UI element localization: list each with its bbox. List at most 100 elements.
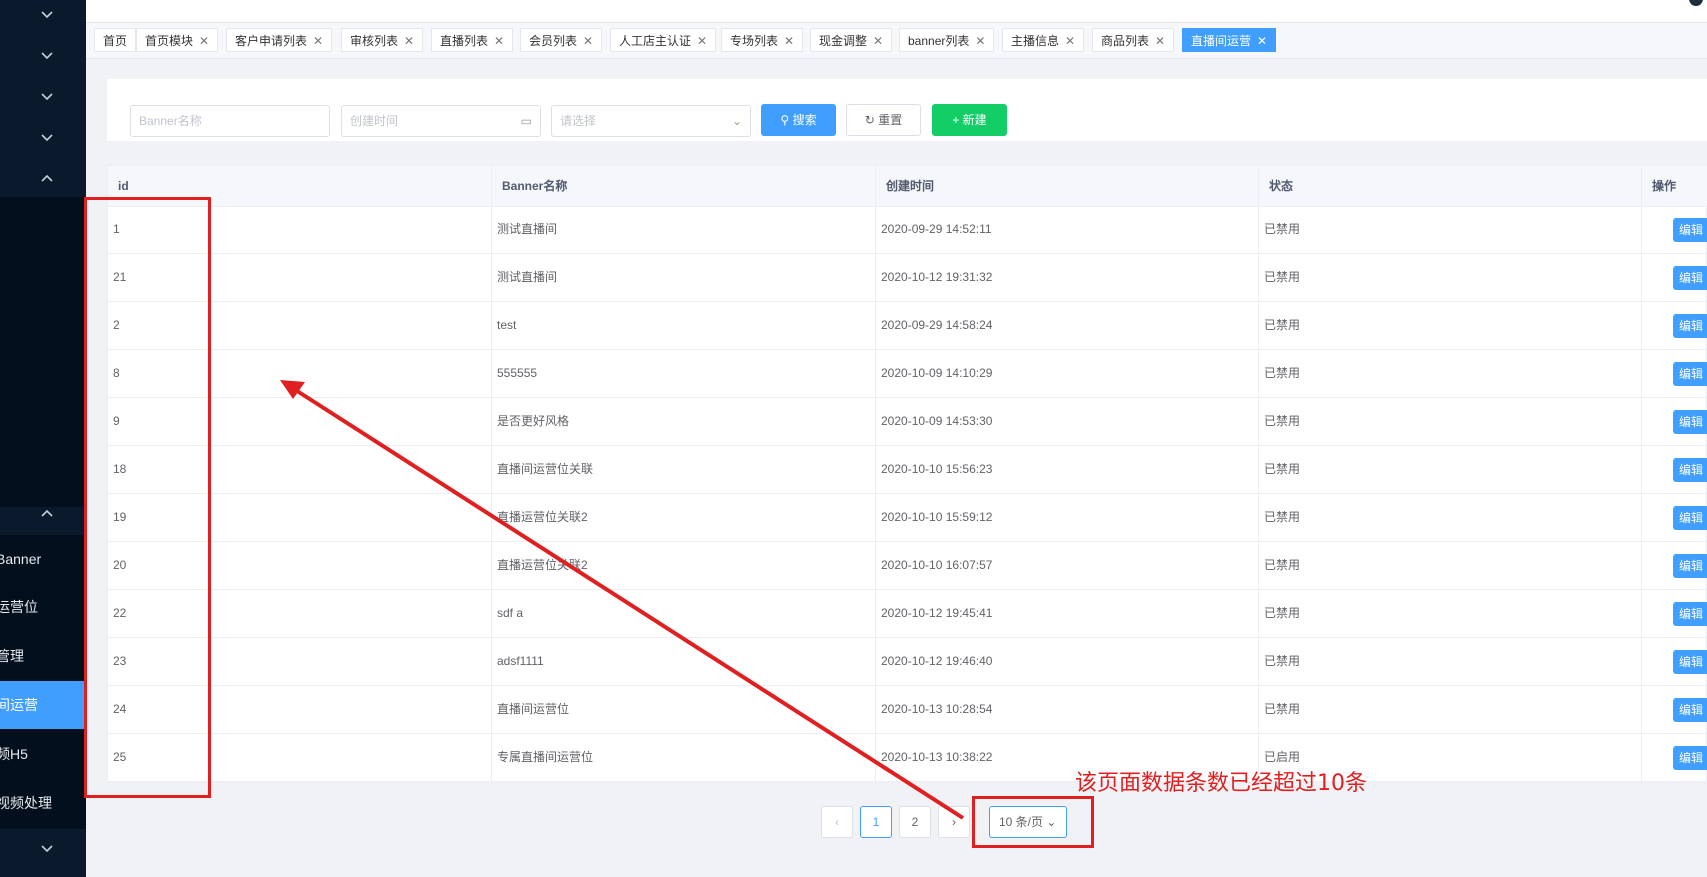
next-page-button[interactable]: › (938, 806, 970, 838)
create-time-picker[interactable]: 创建时间 ▭ (341, 105, 541, 137)
cell-id: 1 (108, 206, 492, 253)
cell-id: 25 (108, 734, 492, 781)
edit-button[interactable]: 编辑 (1673, 602, 1707, 626)
plus-icon: + (952, 113, 960, 127)
column-header-created[interactable]: 创建时间 (876, 166, 1259, 206)
column-header-id[interactable]: id (108, 166, 492, 206)
table-row: 23 adsf1111 2020-10-12 19:46:40 已禁用 编辑 (108, 638, 1707, 686)
tag-anchor-info[interactable]: 主播信息 ✕ (1002, 28, 1085, 52)
tag-home[interactable]: 首页 (94, 28, 137, 52)
column-header-actions[interactable]: 操作 (1642, 166, 1707, 206)
cell-banner-name: 是否更好风格 (492, 398, 876, 445)
table-row: 9 是否更好风格 2020-10-09 14:53:30 已禁用 编辑 (108, 398, 1707, 446)
close-icon[interactable]: ✕ (404, 34, 414, 48)
chevron-down-icon[interactable] (38, 839, 56, 857)
close-icon[interactable]: ✕ (583, 34, 593, 48)
data-table: id Banner名称 创建时间 状态 操作 1 测试直播间 2020-09-29 … (107, 165, 1707, 782)
chevron-up-icon[interactable] (38, 505, 56, 523)
cell-created-time: 2020-10-09 14:53:30 (876, 398, 1259, 445)
cell-status: 已禁用 (1259, 350, 1642, 397)
sidebar-item-operation-slot[interactable]: 运营位 (0, 583, 86, 631)
close-icon[interactable]: ✕ (784, 34, 794, 48)
cell-status: 已禁用 (1259, 590, 1642, 637)
cell-id: 21 (108, 254, 492, 301)
cell-status: 已禁用 (1259, 206, 1642, 253)
edit-button[interactable]: 编辑 (1673, 554, 1707, 578)
cell-created-time: 2020-09-29 14:52:11 (876, 206, 1259, 253)
tag-banner-list[interactable]: banner列表 ✕ (899, 28, 995, 52)
edit-button[interactable]: 编辑 (1673, 458, 1707, 482)
new-button[interactable]: + 新建 (932, 104, 1007, 136)
table-row: 18 直播间运营位关联 2020-10-10 15:56:23 已禁用 编辑 (108, 446, 1707, 494)
table-row: 25 专属直播间运营位 2020-10-13 10:38:22 已启用 编辑 (108, 734, 1707, 782)
chevron-up-icon[interactable] (38, 170, 56, 188)
search-icon: ⚲ (780, 113, 790, 127)
tag-review-list[interactable]: 审核列表 ✕ (341, 28, 424, 52)
close-icon[interactable]: ✕ (1065, 34, 1075, 48)
cell-status: 已禁用 (1259, 494, 1642, 541)
tag-manual-verification[interactable]: 人工店主认证 ✕ (610, 28, 717, 52)
sidebar-item-video-processing[interactable]: 视频处理 (0, 779, 86, 827)
edit-button[interactable]: 编辑 (1673, 218, 1707, 242)
edit-button[interactable]: 编辑 (1673, 698, 1707, 722)
tag-live-room-operation[interactable]: 直播间运营 ✕ (1182, 28, 1277, 52)
tag-member-list[interactable]: 会员列表 ✕ (520, 28, 603, 52)
prev-page-button[interactable]: ‹ (821, 806, 853, 838)
sidebar-item-banner[interactable]: Banner (0, 535, 86, 583)
chevron-down-icon[interactable] (38, 128, 56, 146)
banner-name-input[interactable]: Banner名称 (130, 105, 330, 137)
edit-button[interactable]: 编辑 (1673, 266, 1707, 290)
close-icon[interactable]: ✕ (1155, 34, 1165, 48)
tag-special-list[interactable]: 专场列表 ✕ (721, 28, 804, 52)
tag-cash-adjustment[interactable]: 现金调整 ✕ (810, 28, 893, 52)
search-button[interactable]: ⚲ 搜索 (761, 104, 836, 136)
edit-button[interactable]: 编辑 (1673, 746, 1707, 770)
edit-button[interactable]: 编辑 (1673, 410, 1707, 434)
edit-button[interactable]: 编辑 (1673, 506, 1707, 530)
edit-button[interactable]: 编辑 (1673, 362, 1707, 386)
close-icon[interactable]: ✕ (697, 34, 707, 48)
cell-id: 8 (108, 350, 492, 397)
page-1-button[interactable]: 1 (860, 806, 892, 838)
reset-button[interactable]: ↻ 重置 (846, 104, 921, 136)
cell-banner-name: 测试直播间 (492, 206, 876, 253)
edit-button[interactable]: 编辑 (1673, 314, 1707, 338)
close-icon[interactable]: ✕ (1257, 34, 1267, 48)
cell-created-time: 2020-10-12 19:46:40 (876, 638, 1259, 685)
cell-status: 已禁用 (1259, 686, 1642, 733)
cell-created-time: 2020-10-12 19:31:32 (876, 254, 1259, 301)
chevron-down-icon: ⌄ (1046, 815, 1057, 829)
cell-created-time: 2020-10-13 10:28:54 (876, 686, 1259, 733)
chevron-down-icon[interactable] (38, 87, 56, 105)
sidebar-item-management[interactable]: 管理 (0, 632, 86, 680)
close-icon[interactable]: ✕ (494, 34, 504, 48)
close-icon[interactable]: ✕ (199, 34, 209, 48)
column-header-name[interactable]: Banner名称 (492, 166, 876, 206)
page-size-select[interactable]: 10 条/页 ⌄ (989, 806, 1067, 838)
close-icon[interactable]: ✕ (975, 34, 985, 48)
table-row: 24 直播间运营位 2020-10-13 10:28:54 已禁用 编辑 (108, 686, 1707, 734)
table-row: 8 555555 2020-10-09 14:10:29 已禁用 编辑 (108, 350, 1707, 398)
edit-button[interactable]: 编辑 (1673, 650, 1707, 674)
column-header-status[interactable]: 状态 (1259, 166, 1642, 206)
sidebar-item-video-h5[interactable]: 频H5 (0, 730, 86, 778)
table-row: 21 测试直播间 2020-10-12 19:31:32 已禁用 编辑 (108, 254, 1707, 302)
status-select[interactable]: 请选择 ⌄ (551, 105, 751, 137)
tag-live-list[interactable]: 直播列表 ✕ (431, 28, 514, 52)
refresh-icon: ↻ (864, 113, 875, 127)
tag-product-list[interactable]: 商品列表 ✕ (1092, 28, 1175, 52)
page-2-button[interactable]: 2 (899, 806, 931, 838)
user-avatar[interactable] (1689, 0, 1703, 6)
chevron-down-icon[interactable] (38, 5, 56, 23)
cell-banner-name: sdf a (492, 590, 876, 637)
close-icon[interactable]: ✕ (873, 34, 883, 48)
cell-status: 已禁用 (1259, 446, 1642, 493)
calendar-icon: ▭ (520, 114, 532, 128)
close-icon[interactable]: ✕ (313, 34, 323, 48)
cell-created-time: 2020-10-12 19:45:41 (876, 590, 1259, 637)
sidebar-item-live-room-operation[interactable]: 间运营 (0, 681, 86, 729)
cell-banner-name: 专属直播间运营位 (492, 734, 876, 781)
chevron-down-icon[interactable] (38, 46, 56, 64)
tag-customer-applications[interactable]: 客户申请列表 ✕ (226, 28, 333, 52)
tag-home-module[interactable]: 首页模块 ✕ (136, 28, 219, 52)
